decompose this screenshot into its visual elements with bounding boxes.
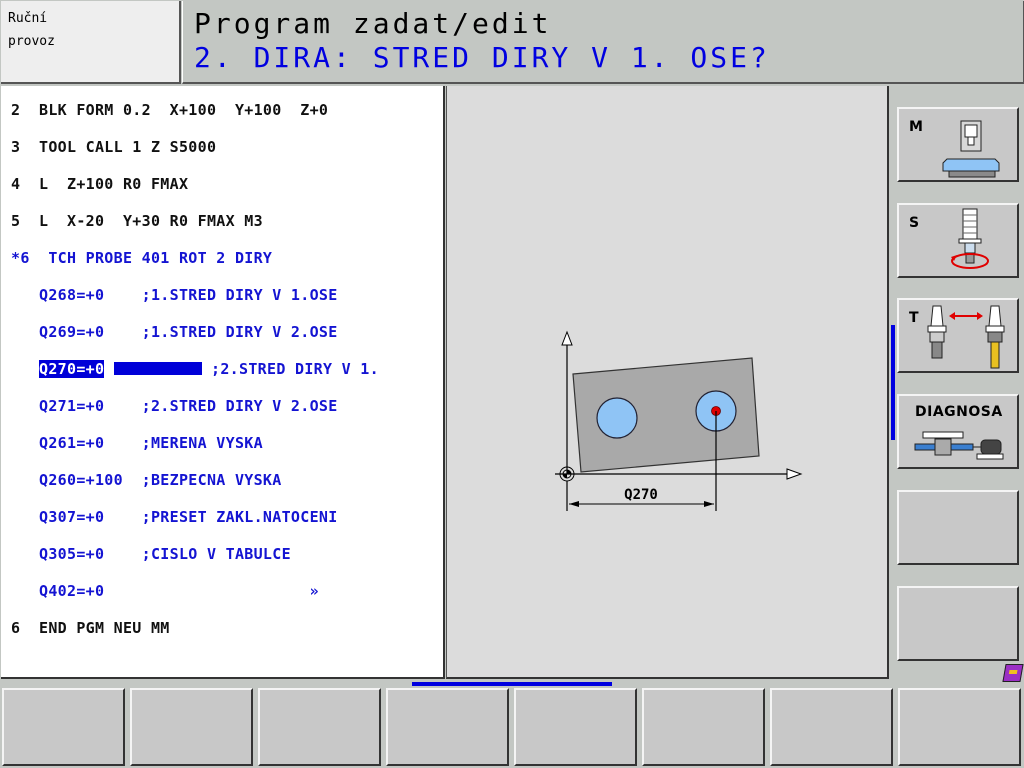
- softkey-bottom-7[interactable]: [770, 688, 893, 766]
- program-line[interactable]: Q261=+0 ;MERENA VYSKA: [11, 434, 263, 452]
- softkey-bottom-1[interactable]: [2, 688, 125, 766]
- program-line[interactable]: 6 END PGM NEU MM: [11, 619, 170, 637]
- help-book-icon[interactable]: [1002, 664, 1024, 682]
- softkey-bottom-5[interactable]: [514, 688, 637, 766]
- softkey-bottom-3[interactable]: [258, 688, 381, 766]
- softkey-scroll-indicator-vertical: [891, 325, 895, 440]
- machine-table-icon: [942, 120, 1000, 178]
- program-line[interactable]: Q268=+0 ;1.STRED DIRY V 1.OSE: [11, 286, 338, 304]
- softkey-t-tool[interactable]: T: [897, 298, 1019, 373]
- hole-1: [596, 397, 638, 439]
- program-line[interactable]: Q269=+0 ;1.STRED DIRY V 2.OSE: [11, 323, 338, 341]
- program-listing[interactable]: 2 BLK FORM 0.2 X+100 Y+100 Z+0 3 TOOL CA…: [1, 86, 445, 679]
- active-param-value[interactable]: Q270=+0: [39, 360, 105, 378]
- mode-line-2: provoz: [8, 34, 55, 49]
- program-line[interactable]: Q402=+0 »: [11, 582, 319, 600]
- program-line[interactable]: Q271=+0 ;2.STRED DIRY V 2.OSE: [11, 397, 338, 415]
- dimension-label: Q270: [624, 487, 658, 503]
- help-graphic-panel: Q270: [446, 86, 889, 679]
- input-cursor[interactable]: [113, 362, 202, 375]
- active-param-comment: ;2.STRED DIRY V 1.: [211, 360, 379, 378]
- dialog-prompt: 2. DIRA: STRED DIRY V 1. OSE?: [194, 41, 770, 74]
- mode-line-1: Ruční: [8, 11, 48, 26]
- diagnosis-drive-icon: [914, 431, 1004, 460]
- program-line[interactable]: 3 TOOL CALL 1 Z S5000: [11, 138, 216, 156]
- softkey-m-function[interactable]: M: [897, 107, 1019, 182]
- softkey-bottom-6[interactable]: [642, 688, 765, 766]
- operating-mode-box: Ruční provoz: [1, 1, 181, 84]
- program-mode-header: Program zadat/edit 2. DIRA: STRED DIRY V…: [182, 1, 1024, 84]
- x-axis-arrow: [786, 468, 803, 480]
- softkey-bottom-8[interactable]: [898, 688, 1021, 766]
- spindle-rotation-icon: [951, 208, 989, 269]
- active-program-line[interactable]: Q270=+0 ;2.STRED DIRY V 1.: [11, 360, 379, 378]
- program-line[interactable]: *6 TCH PROBE 401 ROT 2 DIRY: [11, 249, 272, 267]
- softkey-bottom-2[interactable]: [130, 688, 253, 766]
- softkey-s-spindle[interactable]: S: [897, 203, 1019, 278]
- program-line[interactable]: Q305=+0 ;CISLO V TABULCE: [11, 545, 291, 563]
- program-line[interactable]: Q260=+100 ;BEZPECNA VYSKA: [11, 471, 282, 489]
- softkey-empty-6[interactable]: [897, 586, 1019, 661]
- softkey-diagnosa[interactable]: DIAGNOSA: [897, 394, 1019, 469]
- program-line[interactable]: 5 L X-20 Y+30 R0 FMAX M3: [11, 212, 263, 230]
- softkey-scroll-indicator-horizontal: [412, 682, 612, 686]
- page-title: Program zadat/edit: [194, 7, 552, 40]
- tool-change-icon: [927, 305, 1005, 369]
- softkey-bottom-4[interactable]: [386, 688, 509, 766]
- softkey-empty-5[interactable]: [897, 490, 1019, 565]
- program-line[interactable]: 4 L Z+100 R0 FMAX: [11, 175, 188, 193]
- program-line[interactable]: 2 BLK FORM 0.2 X+100 Y+100 Z+0: [11, 101, 328, 119]
- y-axis-arrow: [561, 330, 573, 346]
- program-line[interactable]: Q307=+0 ;PRESET ZAKL.NATOCENI: [11, 508, 338, 526]
- probe-cycle-diagram: Q270: [555, 330, 803, 511]
